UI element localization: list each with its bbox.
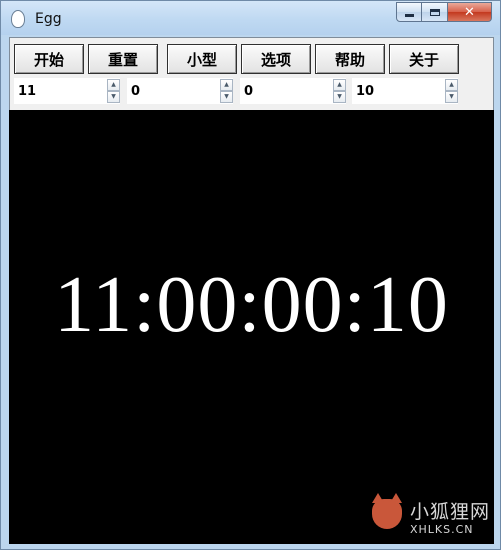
minutes-spinner: ▲ ▼ <box>127 78 233 104</box>
hours-spin-buttons: ▲ ▼ <box>107 79 120 103</box>
centiseconds-field[interactable] <box>352 78 444 104</box>
maximize-button[interactable] <box>422 2 448 22</box>
app-window: Egg ✕ 开始 重置 小型 选项 帮助 关于 ▲ ▼ <box>0 0 501 550</box>
countdown-display: 11:00:00:10 <box>9 110 494 544</box>
seconds-spin-buttons: ▲ ▼ <box>333 79 346 103</box>
app-icon <box>11 10 25 28</box>
client-area: 开始 重置 小型 选项 帮助 关于 ▲ ▼ ▲ ▼ ▲ ▼ <box>9 37 494 544</box>
close-icon: ✕ <box>464 4 475 20</box>
spin-down-icon[interactable]: ▼ <box>445 91 458 103</box>
hours-field[interactable] <box>14 78 106 104</box>
hours-spinner: ▲ ▼ <box>14 78 120 104</box>
about-button[interactable]: 关于 <box>389 44 459 74</box>
spin-up-icon[interactable]: ▲ <box>107 79 120 91</box>
spin-up-icon[interactable]: ▲ <box>445 79 458 91</box>
minimize-button[interactable] <box>396 2 422 22</box>
window-title: Egg <box>35 11 62 27</box>
minimize-icon <box>404 13 414 17</box>
fox-logo-icon <box>372 493 402 529</box>
mini-button[interactable]: 小型 <box>167 44 237 74</box>
watermark-text-en: XHLKS.CN <box>410 523 474 536</box>
seconds-spinner: ▲ ▼ <box>240 78 346 104</box>
reset-button[interactable]: 重置 <box>88 44 158 74</box>
spin-up-icon[interactable]: ▲ <box>333 79 346 91</box>
countdown-time: 11:00:00:10 <box>54 261 449 349</box>
spin-down-icon[interactable]: ▼ <box>220 91 233 103</box>
minutes-spin-buttons: ▲ ▼ <box>220 79 233 103</box>
options-button[interactable]: 选项 <box>241 44 311 74</box>
watermark-text-cn: 小狐狸网 <box>410 501 491 523</box>
caption-buttons: ✕ <box>396 2 492 24</box>
centiseconds-spinner: ▲ ▼ <box>352 78 458 104</box>
spin-up-icon[interactable]: ▲ <box>220 79 233 91</box>
centiseconds-spin-buttons: ▲ ▼ <box>445 79 458 103</box>
start-button[interactable]: 开始 <box>14 44 84 74</box>
minutes-field[interactable] <box>127 78 219 104</box>
spin-down-icon[interactable]: ▼ <box>333 91 346 103</box>
maximize-icon <box>429 8 440 16</box>
seconds-field[interactable] <box>240 78 332 104</box>
close-button[interactable]: ✕ <box>448 2 492 22</box>
help-button[interactable]: 帮助 <box>315 44 385 74</box>
title-bar[interactable]: Egg ✕ <box>1 1 500 35</box>
spin-down-icon[interactable]: ▼ <box>107 91 120 103</box>
watermark: 小狐狸网 XHLKS.CN <box>372 493 498 547</box>
